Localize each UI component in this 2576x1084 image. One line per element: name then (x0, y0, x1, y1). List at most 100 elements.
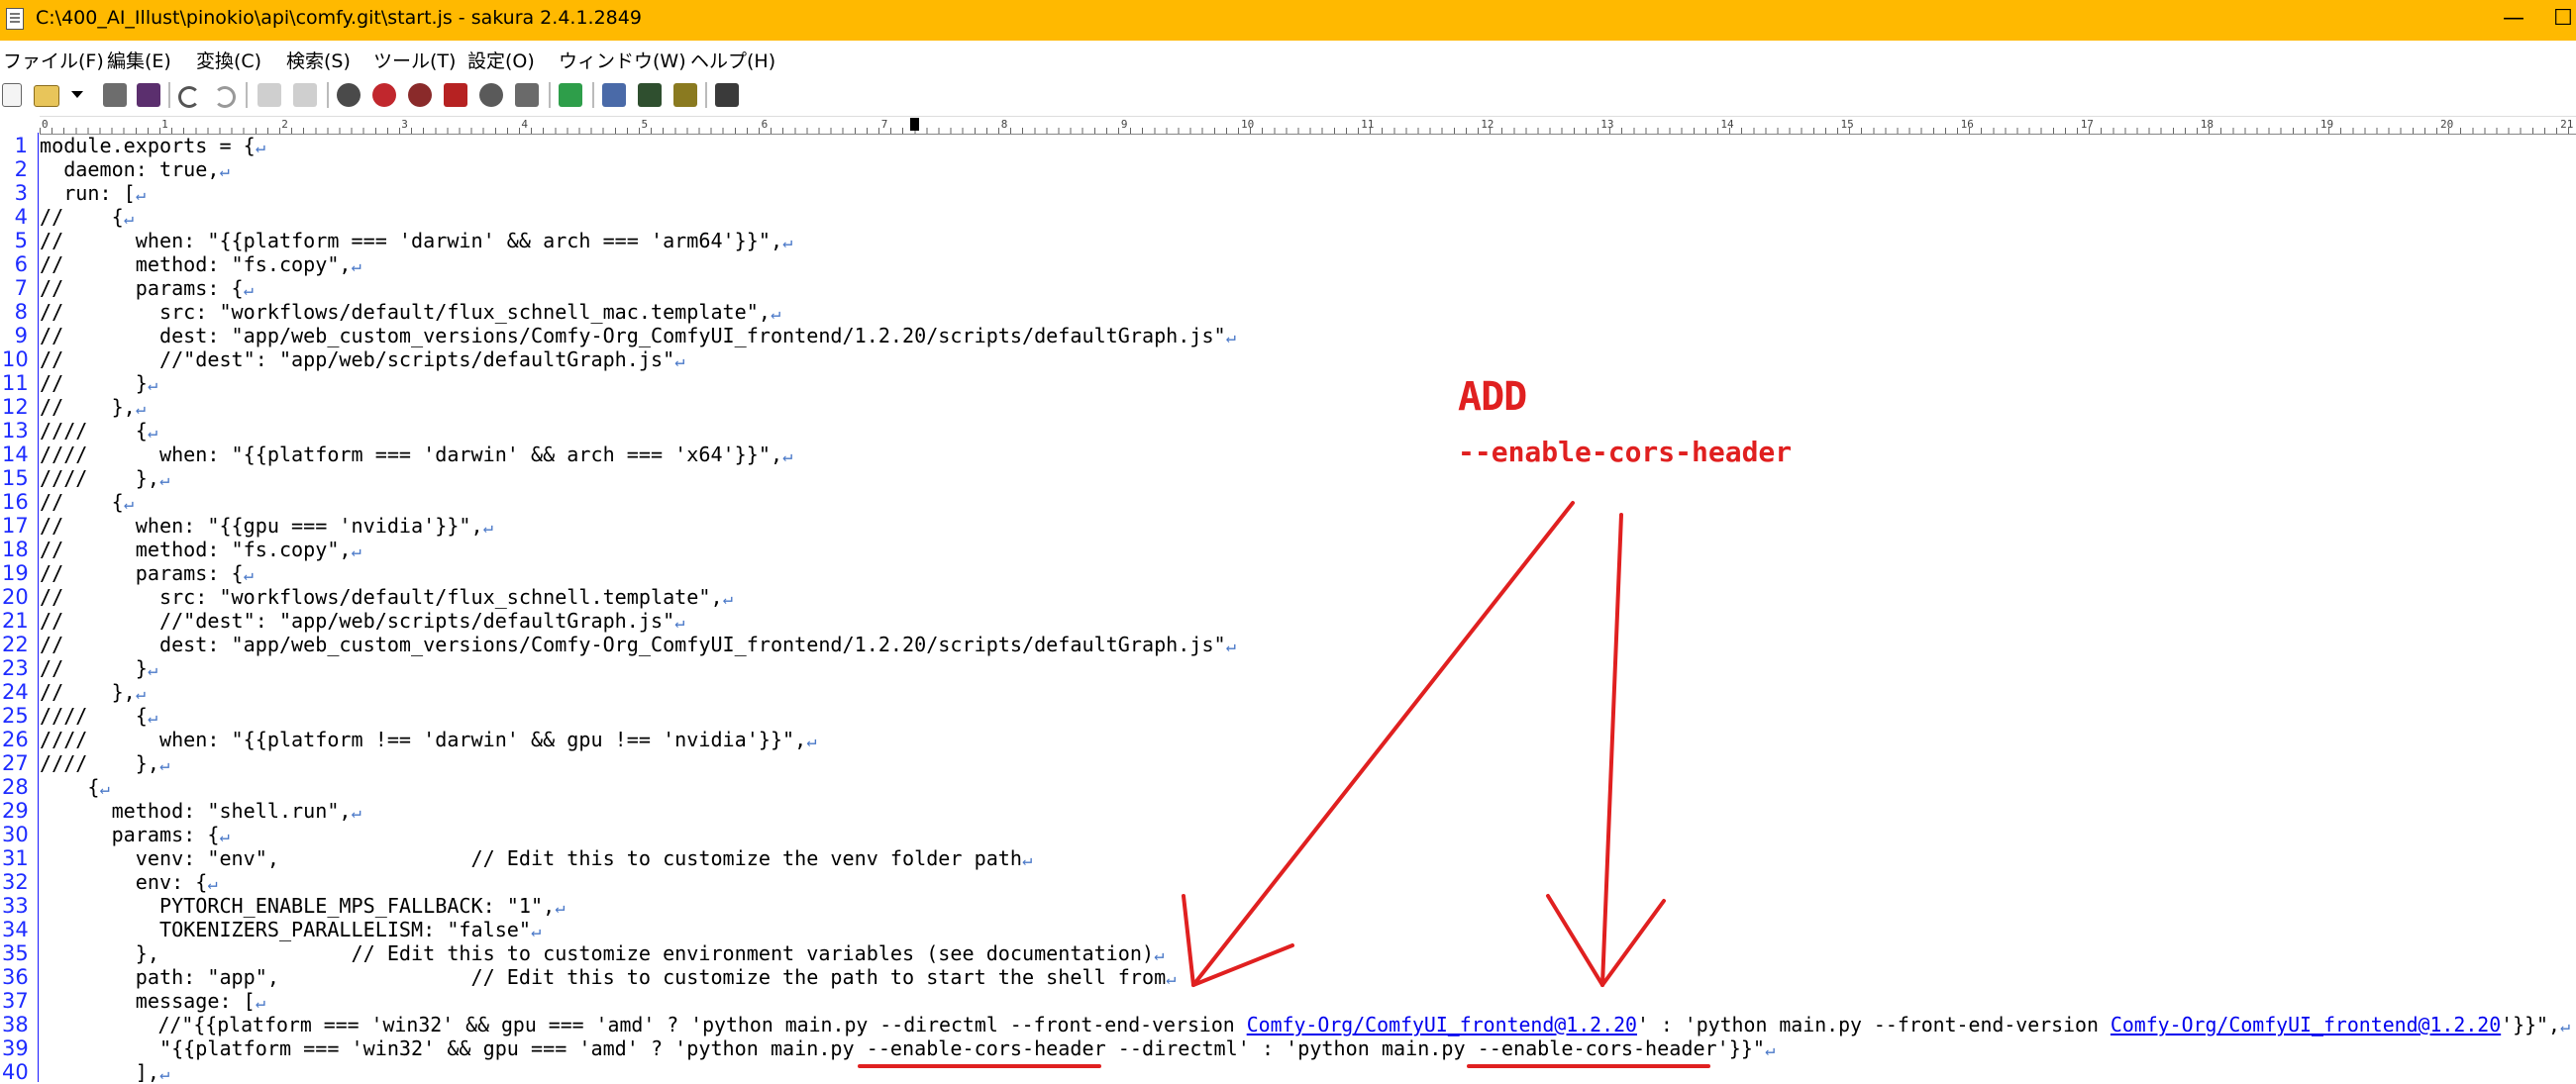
code-line[interactable]: // dest: "app/web_custom_versions/Comfy-… (40, 633, 2576, 656)
line-end-mark: ↵ (555, 898, 566, 918)
jump-back-icon[interactable] (258, 83, 281, 107)
code-line[interactable]: // {↵ (40, 490, 2576, 514)
redo-icon[interactable] (214, 86, 236, 108)
maximize-button[interactable]: ☐ (2543, 3, 2576, 35)
code-line[interactable]: // {↵ (40, 205, 2576, 229)
search-clear-icon[interactable] (479, 83, 503, 107)
line-number: 26 (2, 728, 29, 751)
code-line[interactable]: PYTORCH_ENABLE_MPS_FALLBACK: "1",↵ (40, 894, 2576, 918)
code-text: run: [↵ (40, 181, 146, 207)
code-line[interactable]: //// when: "{{platform !== 'darwin' && g… (40, 728, 2576, 751)
jump-forward-icon[interactable] (293, 83, 317, 107)
title-bar: C:\400_AI_Illust\pinokio\api\comfy.git\s… (0, 0, 2576, 41)
menu-file[interactable]: ファイル(F) (3, 47, 104, 73)
code-link[interactable]: Comfy-Org/ComfyUI_frontend@1.2.20 (1247, 1013, 1637, 1036)
save-icon[interactable] (103, 83, 127, 107)
code-line[interactable]: // params: {↵ (40, 561, 2576, 585)
code-line[interactable]: // method: "fs.copy",↵ (40, 252, 2576, 276)
window-list-icon[interactable] (715, 83, 739, 107)
code-line[interactable]: //// },↵ (40, 751, 2576, 775)
replace-icon[interactable] (444, 83, 467, 107)
code-link[interactable]: Comfy-Org/ComfyUI_frontend@1.2.20 (2111, 1013, 2501, 1036)
code-line[interactable]: // dest: "app/web_custom_versions/Comfy-… (40, 324, 2576, 347)
code-line[interactable]: // }↵ (40, 371, 2576, 395)
annotation-text: --enable-cors-header (1458, 436, 1793, 468)
code-line[interactable]: // }↵ (40, 656, 2576, 680)
code-line[interactable]: // method: "fs.copy",↵ (40, 538, 2576, 561)
grep-icon[interactable] (515, 83, 539, 107)
code-line[interactable]: // //"dest": "app/web/scripts/defaultGra… (40, 609, 2576, 633)
dropdown-arrow-icon[interactable] (71, 91, 83, 98)
line-number: 4 (14, 205, 28, 229)
outline-icon[interactable] (559, 83, 582, 107)
line-number: 25 (2, 704, 29, 728)
line-number: 3 (14, 181, 28, 205)
menu-tools[interactable]: ツール(T) (373, 47, 456, 73)
app-document-icon (6, 8, 24, 30)
code-line[interactable]: ],↵ (40, 1060, 2576, 1082)
code-line[interactable]: env: {↵ (40, 870, 2576, 894)
new-file-icon[interactable] (2, 83, 22, 107)
menu-help[interactable]: ヘルプ(H) (690, 47, 775, 73)
menu-search[interactable]: 検索(S) (286, 47, 351, 73)
code-line[interactable]: // when: "{{gpu === 'nvidia'}}",↵ (40, 514, 2576, 538)
code-segment: params: { (40, 823, 220, 846)
compare-icon[interactable] (602, 83, 626, 107)
undo-icon[interactable] (178, 86, 200, 108)
code-line[interactable]: // params: {↵ (40, 276, 2576, 300)
save-all-icon[interactable] (137, 83, 160, 107)
code-line[interactable]: params: {↵ (40, 823, 2576, 846)
code-line[interactable]: // },↵ (40, 680, 2576, 704)
code-line[interactable]: //// },↵ (40, 466, 2576, 490)
code-line[interactable]: module.exports = {↵ (40, 134, 2576, 157)
ruler-label: 21 (2560, 118, 2574, 131)
minimize-button[interactable]: — (2494, 3, 2533, 35)
code-segment: "{{platform === 'win32' && gpu === 'amd'… (40, 1036, 1766, 1060)
open-folder-icon[interactable] (34, 85, 59, 107)
code-line[interactable]: TOKENIZERS_PARALLELISM: "false"↵ (40, 918, 2576, 941)
code-text: params: {↵ (40, 823, 230, 848)
code-line[interactable]: // when: "{{platform === 'darwin' && arc… (40, 229, 2576, 252)
code-line[interactable]: // src: "workflows/default/flux_schnell.… (40, 585, 2576, 609)
editor-text-area[interactable]: module.exports = {↵ daemon: true,↵ run: … (40, 133, 2576, 1082)
menu-edit[interactable]: 編集(E) (107, 47, 171, 73)
code-segment: method: "shell.run", (40, 799, 352, 823)
settings-icon[interactable] (673, 83, 697, 107)
code-line[interactable]: //"{{platform === 'win32' && gpu === 'am… (40, 1013, 2576, 1036)
code-text: // {↵ (40, 490, 134, 516)
menu-settings[interactable]: 設定(O) (467, 47, 535, 73)
code-text: //// {↵ (40, 704, 157, 730)
code-line[interactable]: {↵ (40, 775, 2576, 799)
line-end-mark: ↵ (219, 161, 230, 181)
code-line[interactable]: // },↵ (40, 395, 2576, 419)
code-text: // {↵ (40, 205, 134, 231)
ruler-label: 0 (42, 118, 49, 131)
code-line[interactable]: //// when: "{{platform === 'darwin' && a… (40, 443, 2576, 466)
code-line[interactable]: // //"dest": "app/web/scripts/defaultGra… (40, 347, 2576, 371)
code-segment: //// { (40, 704, 148, 728)
code-line[interactable]: "{{platform === 'win32' && gpu === 'amd'… (40, 1036, 2576, 1060)
line-end-mark: ↵ (1225, 637, 1236, 656)
code-segment: // //"dest": "app/web/scripts/defaultGra… (40, 609, 675, 633)
code-line[interactable]: //// {↵ (40, 704, 2576, 728)
line-number: 31 (2, 846, 29, 870)
code-line[interactable]: daemon: true,↵ (40, 157, 2576, 181)
code-segment: // dest: "app/web_custom_versions/Comfy-… (40, 633, 1226, 656)
search-next-icon[interactable] (408, 83, 432, 107)
code-line[interactable]: path: "app", // Edit this to customize t… (40, 965, 2576, 989)
code-segment: // //"dest": "app/web/scripts/defaultGra… (40, 347, 675, 371)
code-line[interactable]: message: [↵ (40, 989, 2576, 1013)
search-prev-icon[interactable] (372, 83, 396, 107)
code-line[interactable]: }, // Edit this to customize environment… (40, 941, 2576, 965)
menu-convert[interactable]: 変換(C) (196, 47, 261, 73)
code-text: }, // Edit this to customize environment… (40, 941, 1165, 967)
code-line[interactable]: run: [↵ (40, 181, 2576, 205)
tag-jump-icon[interactable] (638, 83, 662, 107)
search-icon[interactable] (337, 83, 361, 107)
code-line[interactable]: method: "shell.run",↵ (40, 799, 2576, 823)
menu-window[interactable]: ウィンドウ(W) (559, 47, 686, 73)
code-line[interactable]: venv: "env", // Edit this to customize t… (40, 846, 2576, 870)
code-line[interactable]: //// {↵ (40, 419, 2576, 443)
code-segment: '}}", (2501, 1013, 2560, 1036)
code-line[interactable]: // src: "workflows/default/flux_schnell_… (40, 300, 2576, 324)
